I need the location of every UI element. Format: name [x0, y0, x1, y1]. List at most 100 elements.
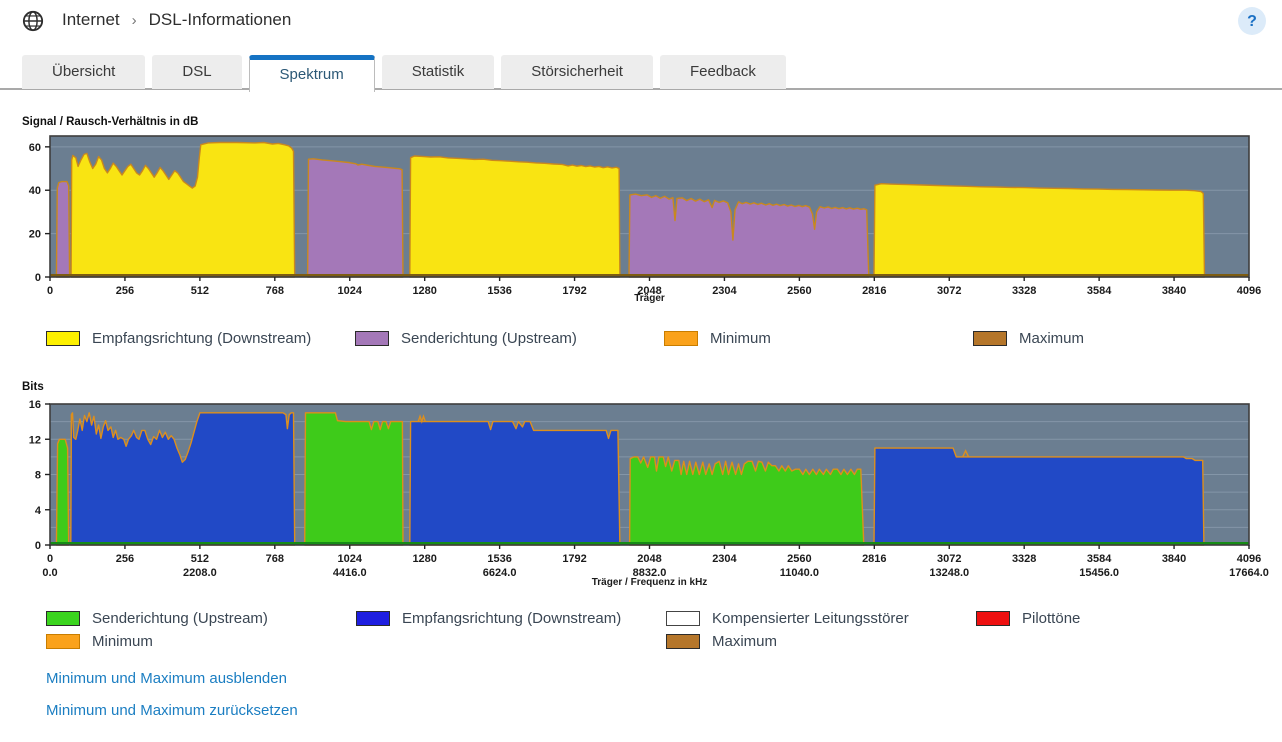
upstream-swatch: [355, 331, 389, 346]
bits-chart-xtick: 768: [266, 553, 284, 565]
snr-chart-legend: Empfangsrichtung (Downstream) Senderichtu…: [46, 328, 1282, 348]
bits-chart-xtick: 2560: [787, 553, 811, 565]
snr-chart-xtick: 3840: [1162, 285, 1186, 297]
bits-chart-freq-tick: 15456.0: [1079, 567, 1119, 579]
bits-chart-freq-tick: 0.0: [42, 567, 57, 579]
bits-upstream-band0: [56, 439, 68, 545]
maximum-swatch: [666, 634, 700, 649]
bits-chart-legend: Senderichtung (Upstream) Empfangsrichtung…: [46, 608, 1282, 653]
bits-chart-xtick: 2816: [862, 553, 886, 565]
downstream-swatch: [356, 611, 390, 626]
snr-chart-ytick: 20: [29, 229, 41, 241]
legend-item-downstream: Empfangsrichtung (Downstream): [356, 608, 666, 628]
snr-chart-xtick: 0: [47, 285, 53, 297]
bits-chart-freq-tick: 13248.0: [929, 567, 969, 579]
minimum-label: Minimum: [92, 633, 153, 650]
bits-chart-xtick: 256: [116, 553, 134, 565]
bits-chart-ytick: 8: [35, 470, 41, 482]
minimum-swatch: [46, 634, 80, 649]
bits-chart-xtick: 3072: [937, 553, 961, 565]
bits-chart-freq-tick: 11040.0: [780, 567, 819, 579]
minimum-swatch: [664, 331, 698, 346]
legend-item-downstream: Empfangsrichtung (Downstream): [46, 328, 355, 348]
legend-item-minimum: Minimum: [664, 328, 973, 348]
legend-item-pilot-tones: Pilottöne: [976, 608, 1282, 628]
bits-chart-freq-tick: 17664.0: [1229, 567, 1269, 579]
tab-statistik[interactable]: Statistik: [382, 55, 495, 89]
snr-upstream-band1: [308, 159, 403, 277]
upstream-label: Senderichtung (Upstream): [401, 330, 577, 347]
bits-chart-freq-tick: 2208.0: [183, 567, 217, 579]
downstream-label: Empfangsrichtung (Downstream): [402, 610, 621, 627]
snr-chart-xtick: 256: [116, 285, 134, 297]
legend-item-minimum: Minimum: [46, 631, 356, 651]
tab-uebersicht[interactable]: Übersicht: [22, 55, 145, 89]
bits-chart-xtick: 3840: [1162, 553, 1186, 565]
tab-stoersicherheit[interactable]: Störsicherheit: [501, 55, 653, 89]
minmax-links: Minimum und Maximum ausblenden Minimum un…: [46, 670, 298, 719]
reset-minmax-link[interactable]: Minimum und Maximum zurücksetzen: [46, 702, 298, 719]
snr-upstream-band0: [56, 182, 69, 277]
bits-chart-xtick: 0: [47, 553, 53, 565]
bits-chart-freq-tick: 6624.0: [483, 567, 517, 579]
snr-chart-xtick: 768: [266, 285, 284, 297]
bits-chart-xtick: 1536: [487, 553, 511, 565]
bits-chart-ytick: 12: [29, 434, 41, 446]
snr-chart-ytick: 60: [29, 142, 41, 154]
downstream-swatch: [46, 331, 80, 346]
legend-item-maximum: Maximum: [973, 328, 1282, 348]
snr-chart-xlabel: Träger: [634, 293, 665, 304]
pilot-tones-swatch: [976, 611, 1010, 626]
maximum-label: Maximum: [712, 633, 777, 650]
snr-chart-xtick: 1024: [338, 285, 363, 297]
tab-bar: ÜbersichtDSLSpektrumStatistikStörsicherh…: [22, 55, 786, 92]
bits-chart-xtick: 512: [191, 553, 209, 565]
snr-downstream-band2: [410, 156, 620, 277]
legend-item-maximum: Maximum: [666, 631, 976, 651]
bits-chart-xtick: 3584: [1087, 553, 1112, 565]
snr-chart-xtick: 2304: [712, 285, 737, 297]
legend-item-upstream: Senderichtung (Upstream): [355, 328, 664, 348]
snr-chart-xtick: 2560: [787, 285, 811, 297]
bits-downstream-band2: [410, 422, 620, 545]
snr-chart-xtick: 3072: [937, 285, 961, 297]
bits-chart-xtick: 1280: [412, 553, 436, 565]
snr-chart-ytick: 0: [35, 272, 41, 284]
minimum-label: Minimum: [710, 330, 771, 347]
upstream-swatch: [46, 611, 80, 626]
snr-chart-xtick: 3584: [1087, 285, 1112, 297]
bits-downstream-band3: [874, 448, 1204, 545]
bits-chart-ytick: 4: [35, 505, 42, 517]
bits-chart: 0481216025651276810241280153617922048230…: [29, 399, 1269, 588]
snr-downstream-band3: [874, 184, 1205, 277]
maximum-label: Maximum: [1019, 330, 1084, 347]
bits-chart-xtick: 1792: [562, 553, 586, 565]
tab-dsl[interactable]: DSL: [152, 55, 241, 89]
snr-chart-xtick: 2816: [862, 285, 886, 297]
bits-chart-xtick: 2048: [637, 553, 661, 565]
snr-chart-xtick: 3328: [1012, 285, 1036, 297]
dsl-informationen-page: Internet › DSL-Informationen ? Übersicht…: [0, 0, 1282, 742]
compensated-disturber-swatch: [666, 611, 700, 626]
bits-chart-xtick: 4096: [1237, 553, 1261, 565]
downstream-label: Empfangsrichtung (Downstream): [92, 330, 311, 347]
snr-chart-xtick: 1280: [412, 285, 436, 297]
bits-chart-xlabel: Träger / Frequenz in kHz: [592, 577, 708, 588]
bits-chart-xtick: 2304: [712, 553, 737, 565]
snr-chart: 0204060025651276810241280153617922048230…: [29, 136, 1261, 304]
snr-chart-xtick: 512: [191, 285, 209, 297]
bits-upstream-band1: [305, 413, 403, 545]
bits-chart-xtick: 3328: [1012, 553, 1036, 565]
bits-chart-ytick: 0: [35, 540, 41, 552]
snr-chart-ytick: 40: [29, 185, 41, 197]
bits-chart-freq-tick: 4416.0: [333, 567, 367, 579]
maximum-swatch: [973, 331, 1007, 346]
tab-feedback[interactable]: Feedback: [660, 55, 786, 89]
snr-chart-xtick: 1792: [562, 285, 586, 297]
tab-spektrum[interactable]: Spektrum: [249, 55, 375, 92]
legend-item-upstream: Senderichtung (Upstream): [46, 608, 356, 628]
pilot-tones-label: Pilottöne: [1022, 610, 1080, 627]
compensated-disturber-label: Kompensierter Leitungsstörer: [712, 610, 909, 627]
legend-item-compensated-disturber: Kompensierter Leitungsstörer: [666, 608, 976, 628]
hide-minmax-link[interactable]: Minimum und Maximum ausblenden: [46, 670, 298, 687]
